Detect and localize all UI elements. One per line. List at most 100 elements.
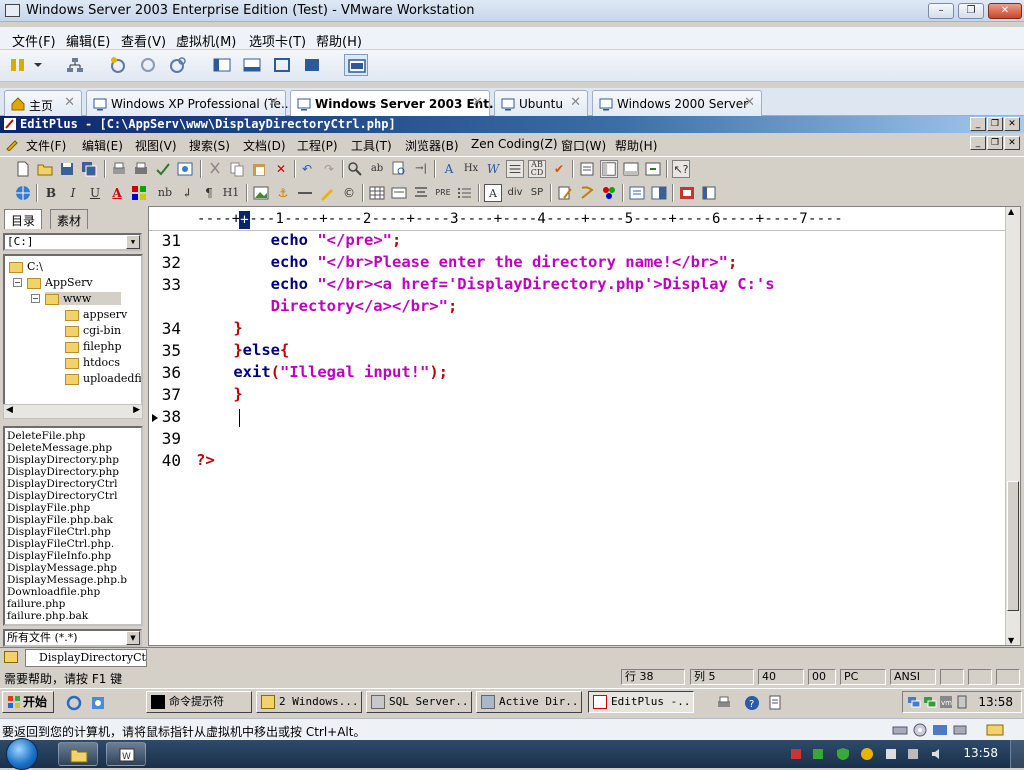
list-item[interactable]: DisplayFileCtrl.php. bbox=[7, 538, 114, 550]
usb-icon[interactable] bbox=[952, 723, 968, 737]
list-item[interactable]: DisplayMessage.php bbox=[7, 562, 117, 574]
host-vmware-button[interactable]: W bbox=[106, 742, 146, 766]
sidebar-view-icon[interactable] bbox=[212, 56, 232, 74]
code-line[interactable]: echo "</br><a href='DisplayDirectory.php… bbox=[196, 275, 775, 293]
code-line[interactable]: echo "</br>Please enter the directory na… bbox=[196, 253, 738, 271]
list-item[interactable]: DisplayFileInfo.php bbox=[7, 550, 111, 562]
tray-icon[interactable] bbox=[790, 748, 802, 760]
highlight-icon[interactable] bbox=[318, 184, 336, 202]
vmware-tools-icon[interactable]: vm bbox=[939, 695, 953, 709]
preview-frame-icon[interactable] bbox=[628, 184, 646, 202]
network-icon[interactable] bbox=[923, 695, 937, 709]
network-icon[interactable] bbox=[907, 695, 921, 709]
snapshot-manager-icon[interactable] bbox=[168, 56, 188, 74]
menu-vm[interactable]: 虚拟机(M) bbox=[176, 31, 236, 50]
line-number-icon[interactable] bbox=[506, 160, 524, 178]
anchor-icon[interactable]: ⚓ bbox=[274, 184, 292, 202]
chevron-down-icon[interactable]: ▼ bbox=[126, 631, 140, 645]
list-item[interactable]: failure.php.bak bbox=[7, 610, 88, 622]
menu-help[interactable]: 帮助(H) bbox=[316, 31, 362, 50]
split-window-icon[interactable] bbox=[650, 184, 668, 202]
line-break-button[interactable]: ↲ bbox=[178, 184, 196, 202]
chevron-down-icon[interactable]: ▼ bbox=[126, 235, 140, 249]
horizontal-rule-icon[interactable] bbox=[296, 184, 314, 202]
close-icon[interactable]: ✕ bbox=[472, 95, 483, 110]
pause-icon[interactable] bbox=[8, 56, 28, 74]
cliptext-icon[interactable] bbox=[578, 160, 596, 178]
ep-minimize-button[interactable]: _ bbox=[970, 117, 986, 131]
code-line[interactable]: } bbox=[196, 319, 242, 337]
collapse-icon[interactable]: − bbox=[13, 278, 22, 287]
thumbnail-view-icon[interactable] bbox=[242, 56, 262, 74]
div-button[interactable]: div bbox=[506, 184, 524, 202]
menu-edit[interactable]: 编辑(E) bbox=[66, 31, 110, 50]
ep-close-button[interactable]: ✕ bbox=[1004, 117, 1020, 131]
snapshot-icon[interactable] bbox=[108, 56, 128, 74]
file-filter-select[interactable]: 所有文件 (*.*) ▼ bbox=[3, 629, 142, 647]
color-grid-icon[interactable] bbox=[130, 184, 148, 202]
list-item[interactable]: DisplayFile.php bbox=[7, 502, 90, 514]
tray-icon[interactable] bbox=[884, 747, 898, 761]
quick-launch-icon[interactable] bbox=[90, 695, 106, 711]
find-in-files-icon[interactable] bbox=[390, 160, 408, 178]
scroll-down-icon[interactable]: ▼ bbox=[1008, 636, 1014, 645]
plugin-icon[interactable] bbox=[600, 184, 618, 202]
span-button[interactable]: SP bbox=[528, 184, 546, 202]
ep-menu-view[interactable]: 视图(V) bbox=[135, 137, 177, 154]
tab-cliptext[interactable]: 素材 bbox=[50, 209, 89, 229]
code-line[interactable]: } bbox=[196, 385, 242, 403]
new-file-icon[interactable] bbox=[14, 160, 32, 178]
undo-icon[interactable]: ↶ bbox=[298, 160, 316, 178]
scroll-up-icon[interactable]: ▲ bbox=[1008, 207, 1014, 216]
list-item[interactable]: DeleteFile.php bbox=[7, 430, 85, 442]
paste-icon[interactable] bbox=[250, 160, 268, 178]
paragraph-button[interactable]: ¶ bbox=[200, 184, 218, 202]
tree-node[interactable]: uploadedfi bbox=[65, 372, 141, 385]
close-icon[interactable]: ✕ bbox=[744, 95, 755, 110]
tab-home[interactable]: 主页 ✕ bbox=[4, 90, 82, 116]
taskbar-windows[interactable]: 2 Windows... bbox=[256, 691, 362, 713]
clip-window-icon[interactable] bbox=[700, 184, 718, 202]
taskbar-sql-server[interactable]: SQL Server... bbox=[366, 691, 472, 713]
ep-menu-zen-coding[interactable]: Zen Coding(Z) bbox=[471, 137, 558, 151]
spellcheck-icon[interactable] bbox=[154, 160, 172, 178]
delete-icon[interactable]: ✕ bbox=[272, 160, 290, 178]
image-icon[interactable] bbox=[252, 184, 270, 202]
ep-menu-window[interactable]: 窗口(W) bbox=[561, 137, 606, 154]
tree-node[interactable]: appserv bbox=[65, 308, 127, 321]
tree-node[interactable]: filephp bbox=[65, 340, 122, 353]
network-icon[interactable] bbox=[65, 56, 85, 74]
word-wrap-icon[interactable]: W bbox=[484, 160, 502, 178]
clipboard-icon[interactable] bbox=[768, 693, 782, 711]
html-toolbar-icon[interactable] bbox=[678, 184, 696, 202]
drive-select[interactable]: [C:] ▼ bbox=[3, 233, 142, 251]
font-icon[interactable]: A bbox=[440, 160, 458, 178]
tray-icon[interactable] bbox=[860, 747, 874, 761]
underline-button[interactable]: U bbox=[86, 184, 104, 202]
tab-directory[interactable]: 目录 bbox=[4, 209, 43, 229]
list-item[interactable]: DisplayDirectory.php bbox=[7, 454, 119, 466]
start-button[interactable]: 开始 bbox=[2, 691, 54, 713]
unity-icon[interactable] bbox=[302, 56, 322, 74]
network-adapter-icon[interactable] bbox=[932, 723, 948, 737]
toggle-window-icon[interactable] bbox=[644, 160, 662, 178]
doc-close-button[interactable]: ✕ bbox=[1004, 136, 1020, 150]
text-box-icon[interactable]: A bbox=[484, 184, 502, 202]
hex-icon[interactable]: Hx bbox=[462, 160, 480, 178]
ep-menu-tools[interactable]: 工具(T) bbox=[351, 137, 392, 154]
doc-restore-button[interactable]: ❐ bbox=[987, 136, 1003, 150]
code-line[interactable]: }else{ bbox=[196, 341, 289, 359]
center-icon[interactable] bbox=[412, 184, 430, 202]
print-icon[interactable] bbox=[132, 160, 150, 178]
help-icon[interactable]: ? bbox=[744, 695, 760, 711]
file-list[interactable]: DeleteFile.php DeleteMessage.php Display… bbox=[3, 426, 143, 626]
speaker-icon[interactable] bbox=[930, 747, 944, 761]
list-item[interactable]: Downloadfile.php bbox=[7, 586, 100, 598]
special-char-icon[interactable]: © bbox=[340, 184, 358, 202]
server-icon[interactable] bbox=[955, 695, 969, 709]
ep-menu-document[interactable]: 文档(D) bbox=[243, 137, 286, 154]
collapse-icon[interactable]: − bbox=[31, 294, 40, 303]
directory-tree[interactable]: C:\ − AppServ − www appserv cgi-bin file… bbox=[3, 254, 143, 414]
goto-line-icon[interactable]: →| bbox=[412, 160, 430, 178]
editor-vertical-scrollbar[interactable]: ▲ ▼ bbox=[1005, 207, 1020, 645]
